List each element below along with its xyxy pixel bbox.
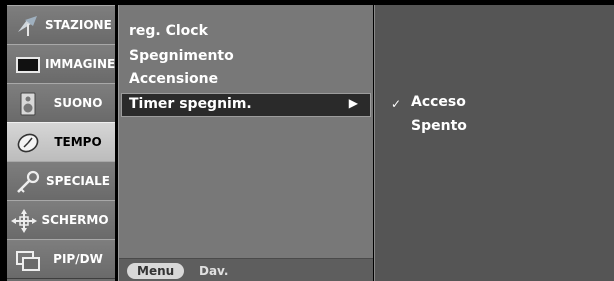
- sidebar-item-suono[interactable]: SUONO: [7, 83, 115, 123]
- antenna-icon: [18, 16, 37, 36]
- menu-button[interactable]: Menu: [127, 263, 185, 279]
- back-hint: Dav.: [199, 264, 229, 278]
- screen-adjust-icon: [11, 209, 37, 233]
- sidebar-item-label: STAZIONE: [45, 18, 112, 32]
- sidebar-item-immagine[interactable]: IMMAGINE: [7, 44, 115, 84]
- sidebar-item-label: PIP/DW: [53, 252, 103, 266]
- sidebar-item-label: TEMPO: [54, 135, 102, 149]
- tv-osd-menu: STAZIONE IMMAGINE SUONO TEMPO SPECIALE S…: [0, 0, 614, 281]
- menu-item-reg-clock[interactable]: reg. Clock: [129, 23, 208, 39]
- option-spento[interactable]: Spento: [411, 118, 467, 134]
- picture-icon: [16, 57, 40, 73]
- menu-item-spegnimento[interactable]: Spegnimento: [129, 48, 234, 64]
- sidebar-item-stazione[interactable]: STAZIONE: [7, 5, 115, 45]
- chevron-right-icon: ▶: [348, 96, 358, 110]
- key-icon: [17, 170, 40, 193]
- sidebar-item-tempo[interactable]: TEMPO: [7, 122, 115, 162]
- option-acceso[interactable]: Acceso: [411, 94, 466, 110]
- speaker-icon: [20, 92, 36, 116]
- sidebar-item-label: IMMAGINE: [45, 57, 116, 71]
- sidebar-item-speciale[interactable]: SPECIALE: [7, 161, 115, 201]
- sidebar-item-schermo[interactable]: SCHERMO: [7, 200, 115, 240]
- sidebar-item-label: SCHERMO: [41, 213, 109, 227]
- sidebar-item-label: SUONO: [53, 96, 103, 110]
- sidebar: STAZIONE IMMAGINE SUONO TEMPO SPECIALE S…: [7, 5, 115, 281]
- menu-item-accensione[interactable]: Accensione: [129, 71, 218, 87]
- pip-icon: [16, 251, 40, 271]
- navigation-hint-bar: Menu Dav.: [119, 258, 373, 281]
- check-icon: ✓: [391, 97, 402, 111]
- sidebar-item-label: SPECIALE: [45, 174, 111, 188]
- menu-item-timer-spegnimento[interactable]: Timer spegnim. ▶: [121, 93, 371, 117]
- submenu-panel: ✓ Acceso Spento: [374, 5, 614, 281]
- tempo-menu-panel: reg. Clock Spegnimento Accensione Timer …: [118, 5, 373, 281]
- menu-item-label: Timer spegnim.: [129, 96, 252, 112]
- clock-icon: [17, 133, 39, 153]
- sidebar-item-pip-dw[interactable]: PIP/DW: [7, 239, 115, 279]
